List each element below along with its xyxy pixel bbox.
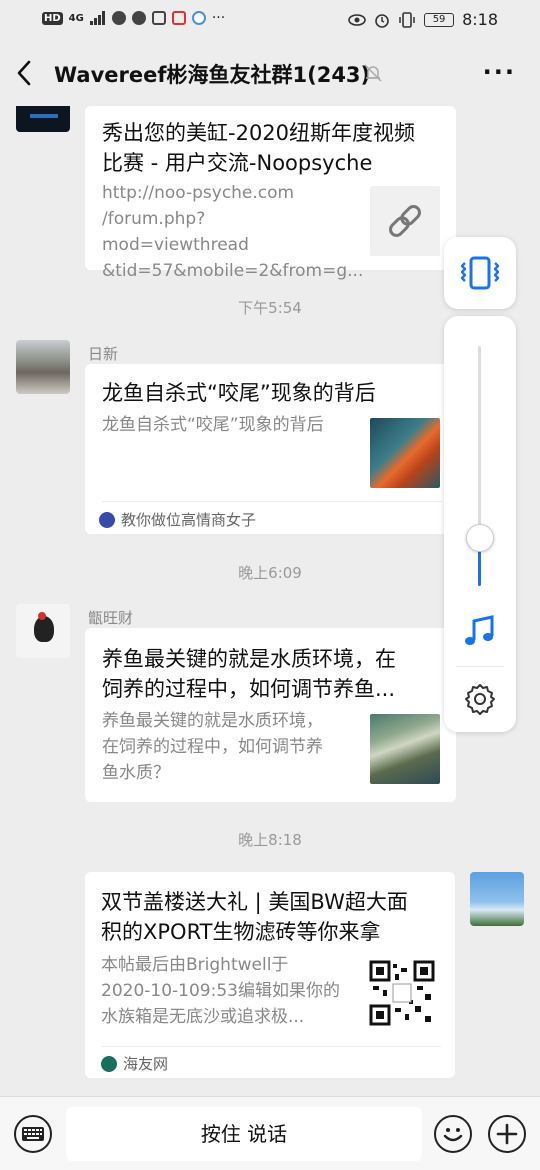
link-icon (389, 205, 421, 237)
vibrate-status-icon (399, 11, 415, 28)
network-type: 4G (68, 12, 84, 24)
avatar[interactable] (16, 604, 70, 658)
media-volume-button[interactable] (460, 612, 500, 652)
back-button[interactable] (14, 58, 42, 88)
more-options-button[interactable]: ··· (483, 58, 516, 86)
card-title: 养鱼最关键的就是水质环境，在 饲养的过程中，如何调节养鱼... (102, 647, 396, 701)
vibrate-toggle[interactable] (444, 237, 516, 309)
app2-notification-icon (171, 11, 186, 25)
card-description: 养鱼最关键的就是水质环境， 在饲养的过程中，如何调节养 鱼水质？ (102, 711, 323, 783)
cloud-notification-icon (191, 11, 206, 25)
hd-badge: HD (42, 11, 63, 25)
timestamp: 晚上8:18 (238, 831, 302, 849)
link-card[interactable]: 秀出您的美缸-2020纽斯年度视频 比赛 - 用户交流-Noopsyche ht… (85, 106, 456, 281)
source-icon (101, 1055, 117, 1072)
source-icon (99, 511, 115, 528)
app-notification-icon (131, 11, 146, 25)
status-bar: HD 4G ··· 59 8:18 (0, 0, 540, 40)
divider (101, 1046, 441, 1047)
card-description: 本帖最后由Brightwell于 2020-10-109:53编辑如果你的 水族… (101, 955, 340, 1027)
card-description: 龙鱼自杀式“咬尾”现象的背后 (102, 415, 324, 435)
avatar[interactable] (16, 106, 70, 132)
chevron-left-icon (17, 60, 31, 86)
keyboard-toggle-button[interactable] (14, 1115, 52, 1153)
music-note-icon (465, 615, 494, 645)
volume-panel (444, 316, 516, 732)
card-source: 海友网 (101, 1053, 168, 1074)
emoji-button[interactable] (434, 1115, 472, 1153)
status-left: HD 4G ··· (42, 10, 225, 26)
input-bar: 按住 说话 (0, 1096, 540, 1170)
qr-code-icon (369, 960, 435, 1026)
article-thumbnail (370, 714, 440, 784)
status-time: 8:18 (462, 10, 498, 29)
card-description: http://noo-psyche.com /forum.php?mod=vie… (102, 183, 364, 281)
avatar[interactable] (470, 872, 524, 926)
article-thumbnail (370, 418, 440, 488)
qr-code-thumbnail (369, 960, 435, 1026)
link-thumbnail (370, 186, 440, 256)
vibrate-icon (460, 256, 500, 290)
article-card[interactable]: 龙鱼自杀式“咬尾”现象的背后 龙鱼自杀式“咬尾”现象的背后 教你做位高情商女子 (85, 364, 456, 534)
plus-icon (496, 1123, 518, 1145)
volume-slider-thumb[interactable] (466, 524, 494, 552)
card-source: 教你做位高情商女子 (99, 509, 256, 530)
bell-muted-icon (364, 64, 382, 82)
battery-icon: 59 (424, 12, 455, 27)
gear-icon (465, 684, 495, 715)
card-title: 双节盖楼送大礼 | 美国BW超大面 积的XPORT生物滤砖等你来拿 (101, 890, 408, 944)
sender-name: 日新 (88, 345, 119, 363)
keyboard-icon (22, 1127, 44, 1141)
alarm-icon (375, 13, 389, 28)
chat-title: Wavereef彬海鱼友社群1(243) (54, 63, 371, 87)
chat-header: Wavereef彬海鱼友社群1(243) ··· (0, 40, 540, 106)
more-notifications-icon: ··· (211, 10, 226, 26)
signal-icon (89, 11, 105, 25)
divider (102, 501, 442, 502)
article-card[interactable]: 养鱼最关键的就是水质环境，在 饲养的过程中，如何调节养鱼... 养鱼最关键的就是… (85, 628, 456, 802)
status-right: 59 8:18 (348, 10, 498, 29)
gallery-notification-icon (151, 11, 166, 25)
smiley-icon (443, 1128, 463, 1142)
sound-settings-button[interactable] (463, 682, 497, 716)
more-actions-button[interactable] (488, 1115, 526, 1153)
divider (456, 666, 504, 667)
card-title: 龙鱼自杀式“咬尾”现象的背后 (102, 381, 376, 405)
article-card[interactable]: 双节盖楼送大礼 | 美国BW超大面 积的XPORT生物滤砖等你来拿 本帖最后由B… (85, 872, 455, 1078)
card-title: 秀出您的美缸-2020纽斯年度视频 比赛 - 用户交流-Noopsyche (102, 121, 416, 175)
avatar[interactable] (16, 340, 70, 394)
hold-to-talk-button[interactable]: 按住 说话 (66, 1107, 422, 1161)
chat-notification-icon (111, 11, 126, 25)
sender-name: 甑旺财 (88, 609, 134, 627)
eye-icon (348, 13, 366, 26)
